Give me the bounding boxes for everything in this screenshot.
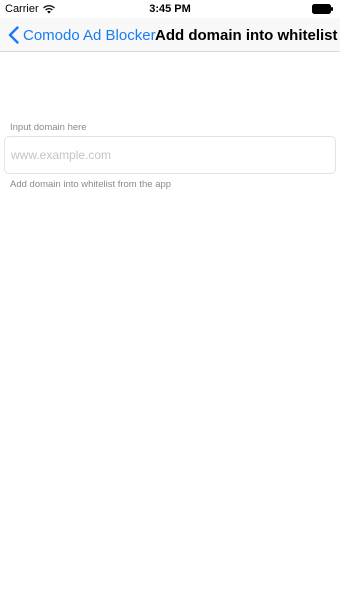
domain-input[interactable] [4, 136, 336, 174]
back-button-label: Comodo Ad Blocker [23, 26, 156, 44]
status-time: 3:45 PM [149, 3, 191, 15]
page-title: Add domain into whitelist [155, 26, 338, 44]
content-area: Input domain here Add domain into whitel… [0, 52, 340, 604]
navigation-bar: Comodo Ad Blocker Add domain into whitel… [0, 18, 340, 52]
back-button[interactable]: Comodo Ad Blocker [8, 18, 156, 52]
domain-input-hint: Add domain into whitelist from the app [10, 179, 172, 190]
status-bar: Carrier 3:45 PM [0, 0, 340, 18]
battery-icon [312, 4, 334, 14]
screen: Carrier 3:45 PM Comodo Ad Blocker Add do… [0, 0, 340, 604]
chevron-left-icon [8, 26, 19, 44]
domain-input-label: Input domain here [10, 122, 87, 133]
